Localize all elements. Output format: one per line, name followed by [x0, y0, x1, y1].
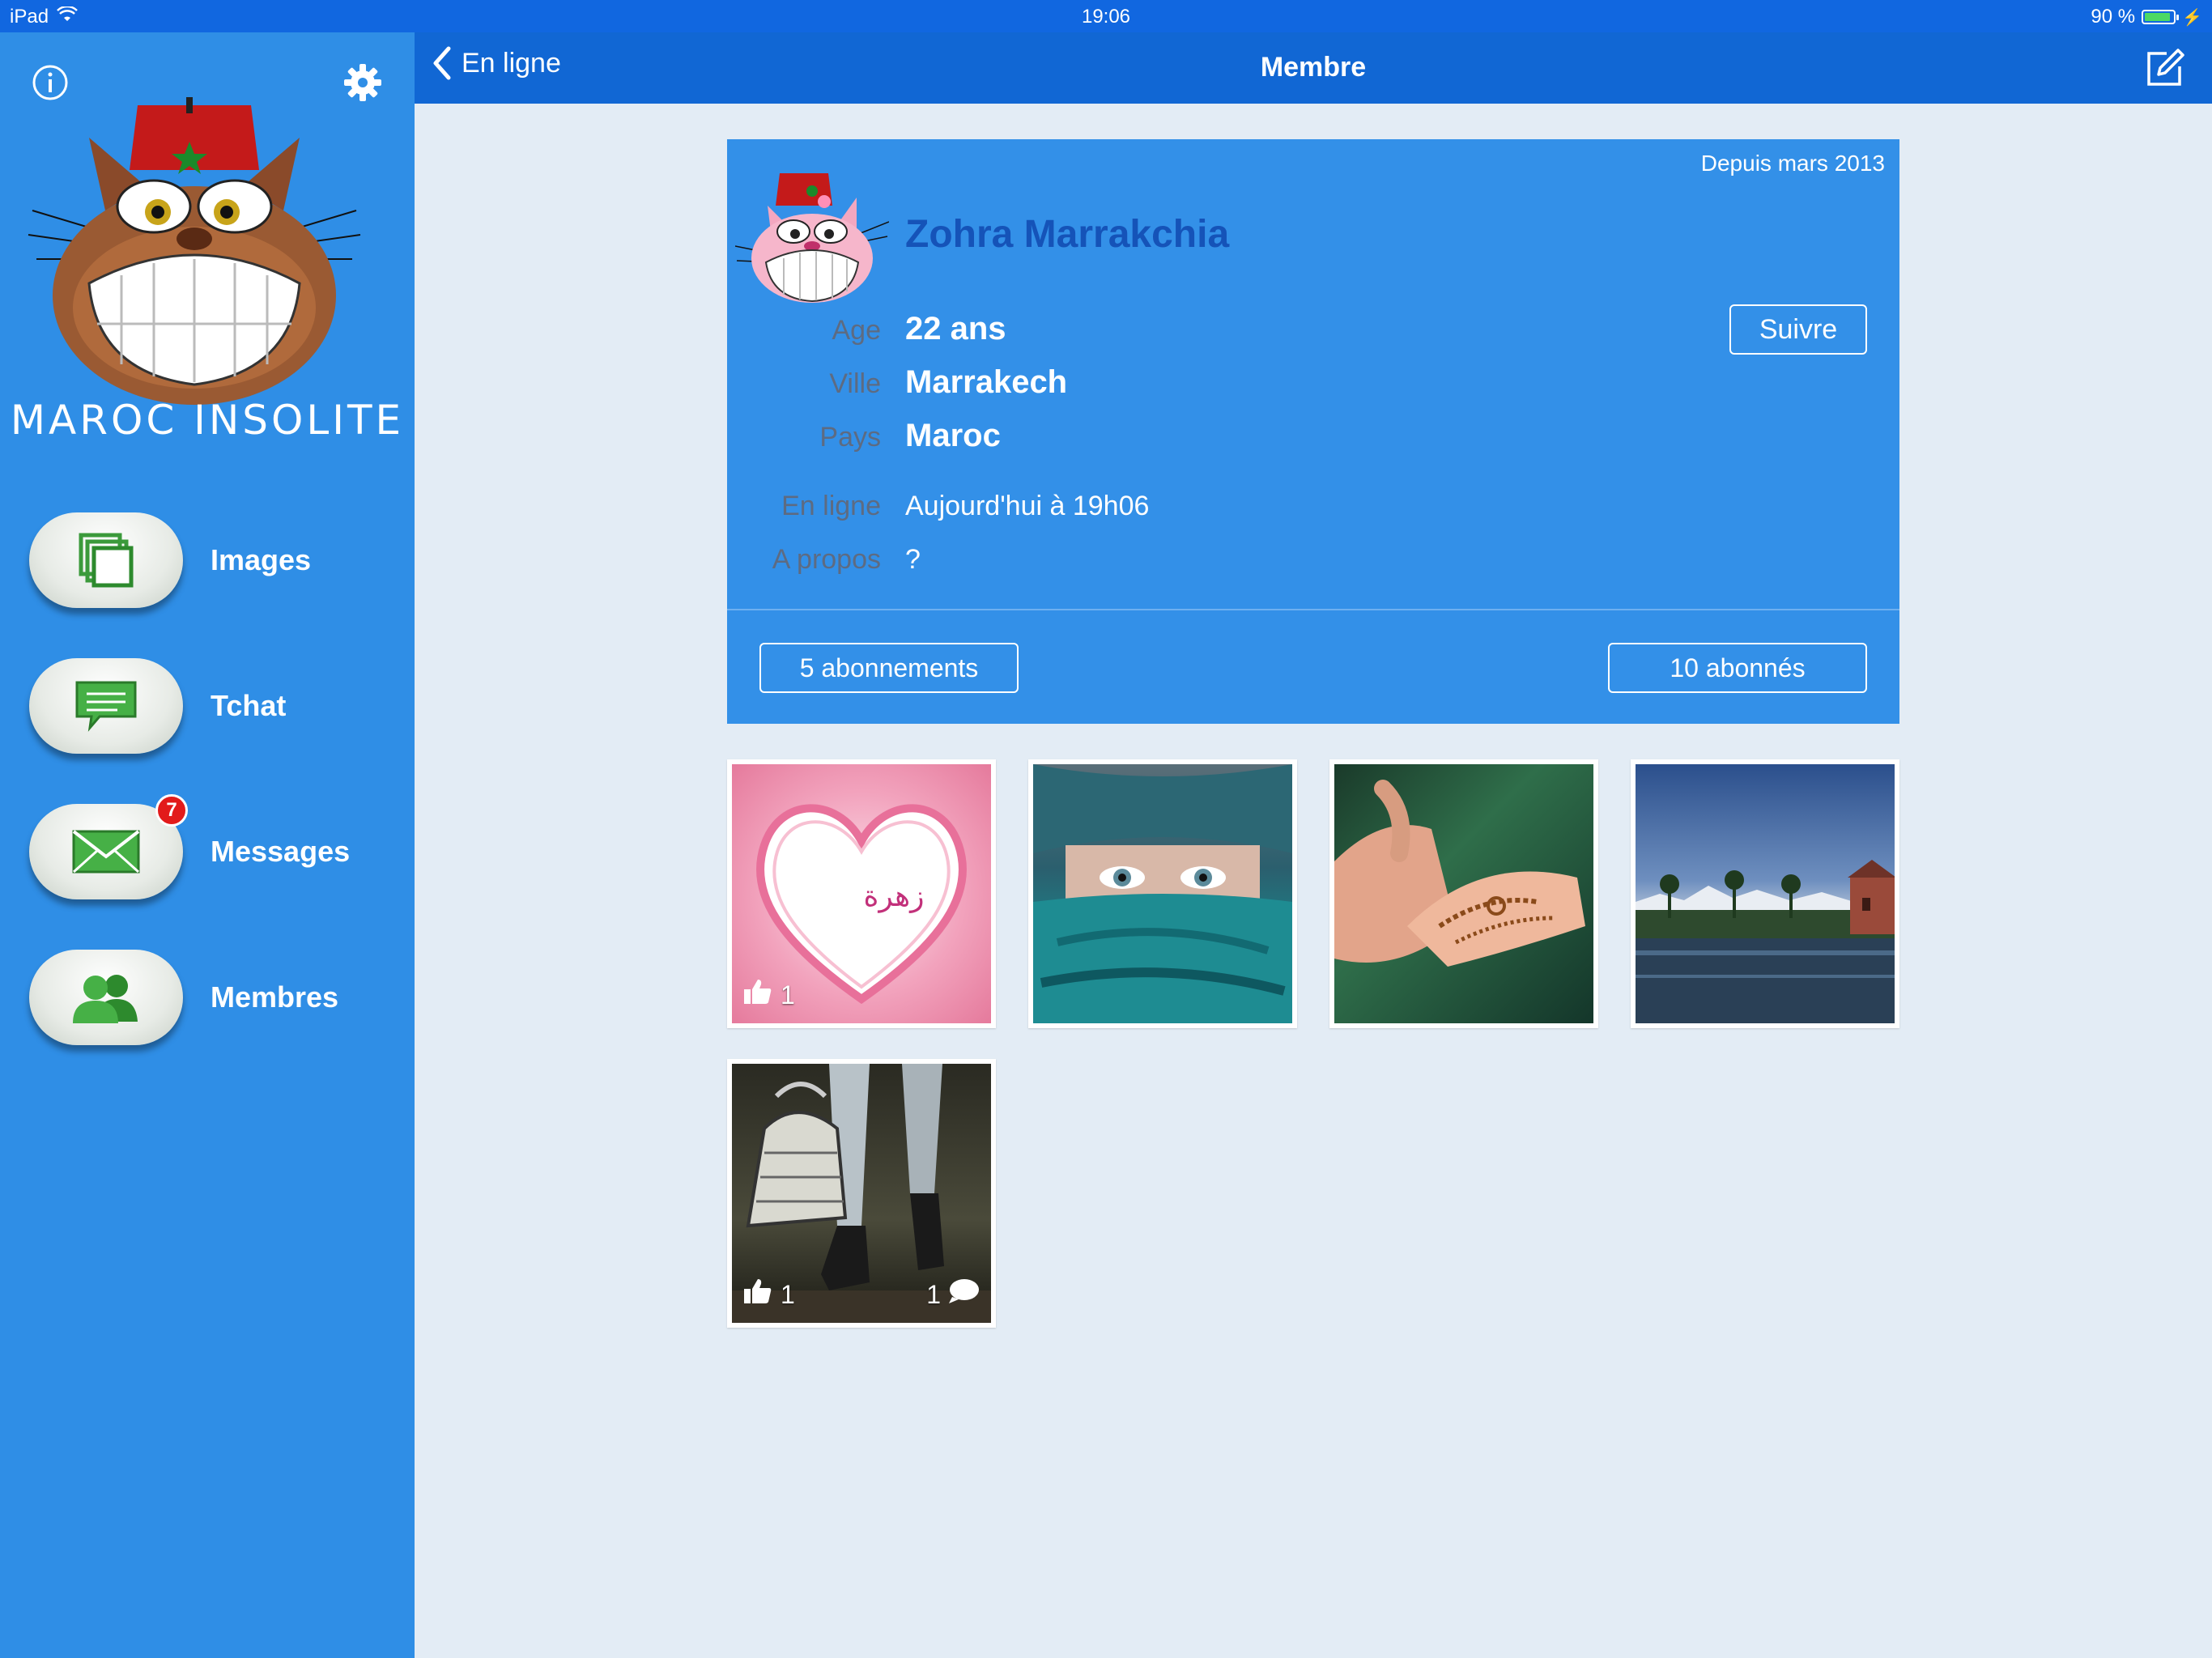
app-title: MAROC INSOLITE	[10, 397, 405, 444]
field-label: Ville	[829, 368, 881, 399]
field-value: ?	[905, 544, 921, 575]
sidebar: MAROC INSOLITE Images Tchat 7 Messages M…	[0, 32, 415, 1658]
mascot-logo	[28, 97, 361, 405]
sidebar-item-messages[interactable]: 7 Messages	[29, 794, 385, 908]
photo-thumbnail[interactable]: زهرة 1	[727, 759, 996, 1028]
thumbs-up-icon	[743, 978, 772, 1012]
comment-number: 1	[926, 1279, 941, 1309]
sidebar-item-label: Tchat	[211, 689, 287, 722]
member-name: Zohra Marrakchia	[905, 213, 1230, 256]
sidebar-item-tchat[interactable]: Tchat	[29, 649, 385, 763]
status-bar: iPad 19:06 90 % ⚡	[0, 0, 2212, 32]
menara-landscape-image	[1636, 860, 1895, 1023]
field-row-online: En ligne Aujourd'hui à 19h06	[727, 491, 1149, 522]
field-row-pays: Pays Maroc	[727, 418, 1001, 454]
membres-pill[interactable]	[29, 950, 183, 1045]
compose-icon	[2147, 49, 2184, 86]
field-value: Marrakech	[905, 364, 1068, 400]
battery-percent: 90 %	[2091, 6, 2136, 28]
sidebar-item-label: Images	[211, 543, 312, 576]
like-count: 1	[743, 1278, 795, 1312]
field-row-age: Age 22 ans	[727, 311, 1006, 347]
divider	[727, 609, 1899, 610]
avatar	[735, 173, 889, 303]
photo-thumbnail[interactable]	[1028, 759, 1297, 1028]
profile-card: Depuis mars 2013 Zohra Marrakchia Age 22…	[727, 139, 1899, 724]
followers-button[interactable]: 10 abonnés	[1608, 643, 1867, 693]
tchat-pill[interactable]	[29, 658, 183, 754]
field-value: 22 ans	[905, 311, 1006, 346]
comment-count: 1	[926, 1278, 980, 1312]
unread-badge: 7	[155, 794, 188, 827]
chat-bubble-icon	[75, 681, 137, 732]
messages-pill[interactable]: 7	[29, 794, 188, 899]
field-value: Maroc	[905, 418, 1001, 453]
sidebar-item-membres[interactable]: Membres	[29, 941, 385, 1054]
henna-hands-image	[1334, 780, 1585, 967]
field-row-about: A propos ?	[727, 544, 921, 576]
photo-thumbnail[interactable]	[1329, 759, 1598, 1028]
compose-button[interactable]	[2142, 45, 2188, 91]
field-label: En ligne	[781, 491, 881, 521]
status-time: 19:06	[1081, 6, 1131, 28]
field-label: A propos	[772, 544, 881, 575]
comment-bubble-icon	[947, 1278, 980, 1312]
images-icon	[79, 533, 134, 588]
veiled-woman-image	[1033, 764, 1292, 1023]
battery-icon	[2142, 10, 2180, 24]
follow-button[interactable]: Suivre	[1729, 304, 1867, 355]
member-since: Depuis mars 2013	[1700, 151, 1885, 176]
sidebar-item-label: Messages	[211, 835, 351, 868]
heart-caption: زهرة	[863, 880, 924, 913]
field-label: Pays	[819, 422, 881, 453]
sidebar-item-label: Membres	[211, 980, 339, 1014]
members-icon	[73, 975, 138, 1023]
like-count: 1	[743, 978, 795, 1012]
thumbs-up-icon	[743, 1278, 772, 1312]
field-label: Age	[832, 315, 882, 346]
field-value: Aujourd'hui à 19h06	[905, 491, 1150, 521]
like-number: 1	[781, 980, 795, 1010]
page-title: Membre	[1260, 52, 1367, 83]
photo-thumbnail[interactable]: 1 1	[727, 1059, 996, 1328]
sidebar-item-images[interactable]: Images	[29, 504, 385, 617]
photo-thumbnail[interactable]	[1631, 759, 1899, 1028]
charging-icon: ⚡	[2182, 8, 2202, 27]
images-pill[interactable]	[29, 512, 183, 608]
nav-bar: En ligne Membre	[415, 32, 2212, 104]
subscriptions-button[interactable]: 5 abonnements	[759, 643, 1019, 693]
field-row-ville: Ville Marrakech	[727, 364, 1067, 401]
envelope-icon	[72, 830, 140, 874]
like-number: 1	[781, 1279, 795, 1309]
